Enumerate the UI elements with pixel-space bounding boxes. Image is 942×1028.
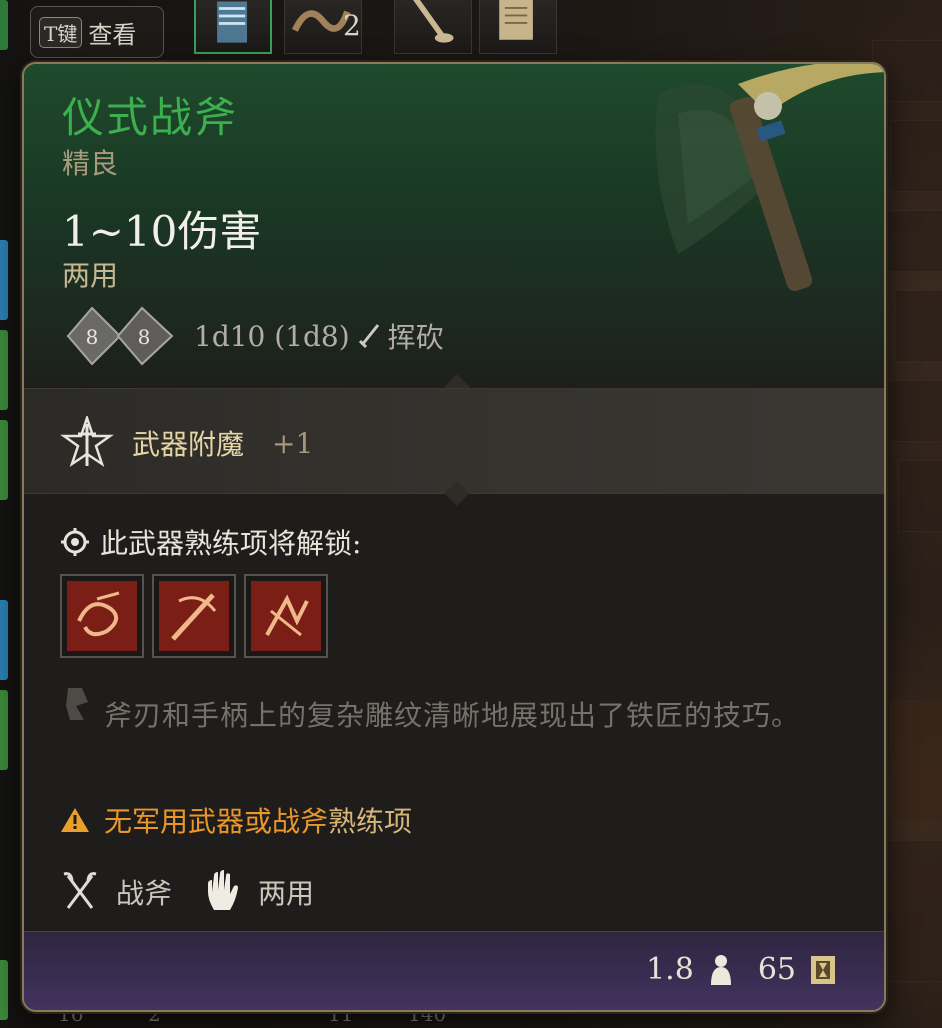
dice-icon: 8 8 xyxy=(66,306,174,366)
quill-icon xyxy=(66,688,88,720)
scene-furniture xyxy=(890,700,942,822)
proficiency-header: 此武器熟练项将解锁: xyxy=(60,522,361,562)
gold-coin-icon xyxy=(811,955,835,984)
left-hotbar-strip xyxy=(0,0,22,1028)
damage-dice-text: 1d10 (1d8) xyxy=(194,319,350,353)
wall-brick xyxy=(880,210,942,272)
item-tooltip: 仪式战斧 精良 1~10伤害 两用 8 8 1d10 (1d8) 挥砍 武器附魔… xyxy=(22,62,886,1012)
slashing-sword-icon xyxy=(358,324,379,349)
tooltip-header: 仪式战斧 精良 1~10伤害 两用 8 8 1d10 (1d8) 挥砍 xyxy=(24,64,884,388)
wall-brick xyxy=(884,380,942,442)
item-tags: 战斧 两用 xyxy=(60,870,314,914)
hotbar-slot[interactable] xyxy=(0,330,8,410)
item-handedness: 两用 xyxy=(62,259,119,292)
crossed-axes-icon xyxy=(63,872,97,909)
hand-icon xyxy=(208,870,239,910)
keycap-t: T键 xyxy=(39,16,83,48)
tag-weapon-type: 战斧 xyxy=(116,877,173,910)
proficiency-actions xyxy=(60,574,328,658)
hotbar-slot[interactable] xyxy=(0,420,8,500)
scroll-icon xyxy=(217,1,248,43)
hotbar-slot[interactable] xyxy=(0,690,8,770)
proficiency-header-text: 此武器熟练项将解锁: xyxy=(100,527,362,560)
item-price: 65 xyxy=(757,952,796,987)
inventory-slot-rope[interactable]: 2 xyxy=(284,0,362,54)
enchantment-value: +1 xyxy=(272,426,314,460)
enchantment-row: 武器附魔 +1 xyxy=(60,413,313,473)
proficiency-action-2[interactable] xyxy=(152,574,236,658)
weapon-enchantment-icon xyxy=(60,416,114,468)
item-quantity: 2 xyxy=(343,9,361,42)
examine-key-hint[interactable]: T键 查看 xyxy=(30,6,164,58)
hotbar-slot[interactable] xyxy=(0,600,8,680)
die-face-b: 8 xyxy=(138,325,151,349)
warning-icon xyxy=(61,808,89,832)
action-swirl-icon xyxy=(67,581,137,651)
wall-brick xyxy=(898,460,942,532)
item-weight: 1.8 xyxy=(646,952,694,987)
examine-label: 查看 xyxy=(88,20,137,49)
damage-dice-row: 8 8 1d10 (1d8) 挥砍 xyxy=(62,304,444,368)
inventory-slot-scroll[interactable] xyxy=(194,0,272,54)
tooltip-footer: 1.8 65 xyxy=(24,931,884,1010)
inventory-slot-tool[interactable] xyxy=(394,0,472,54)
enchantment-section: 武器附魔 +1 xyxy=(24,388,884,494)
hotbar-slot[interactable] xyxy=(0,960,8,1020)
item-rarity: 精良 xyxy=(62,147,119,180)
proficiency-icon xyxy=(61,528,89,556)
weight-icon xyxy=(710,954,731,985)
item-title: 仪式战斧 xyxy=(62,93,239,142)
die-face-a: 8 xyxy=(86,325,99,349)
inventory-slot-note[interactable] xyxy=(479,0,557,54)
action-cleave-icon xyxy=(251,581,321,651)
ceremonial-axe-icon xyxy=(655,64,884,292)
item-damage: 1~10伤害 xyxy=(62,207,262,256)
proficiency-action-1[interactable] xyxy=(60,574,144,658)
item-description: 斧刃和手柄上的复杂雕纹清晰地展现出了铁匠的技巧。 xyxy=(104,699,801,732)
warning-text-proficiency: 熟练项 xyxy=(328,805,413,838)
torch-icon xyxy=(413,0,454,43)
hotbar-slot[interactable] xyxy=(0,0,8,50)
tag-handedness: 两用 xyxy=(258,877,315,910)
proficiency-action-3[interactable] xyxy=(244,574,328,658)
warning-text-weapon: 无军用武器或战斧 xyxy=(104,805,329,838)
enchantment-label: 武器附魔 xyxy=(132,428,245,461)
action-slash-icon xyxy=(159,581,229,651)
scene-furniture xyxy=(886,840,942,982)
proficiency-warning: 无军用武器或战斧熟练项 xyxy=(60,800,412,840)
weight-value-row: 1.8 65 xyxy=(646,952,838,987)
hotbar-slot[interactable] xyxy=(0,240,8,320)
damage-type: 挥砍 xyxy=(387,321,444,354)
wall-brick xyxy=(895,290,942,362)
wall-brick xyxy=(890,120,942,192)
note-icon xyxy=(499,0,533,40)
